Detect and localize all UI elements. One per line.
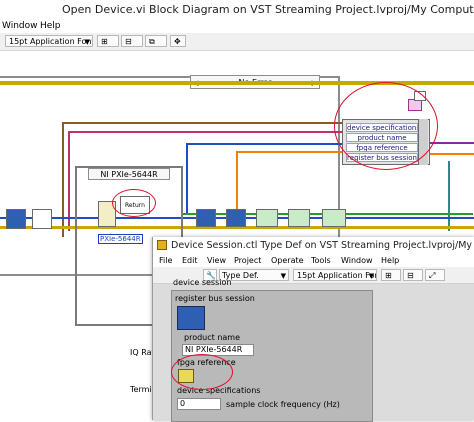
subvi-node-1[interactable] <box>6 209 26 229</box>
fp-title-bar: Device Session.ctl Type Def on VST Strea… <box>153 237 474 254</box>
fp-font-ring[interactable]: 15pt Application Font ▼ <box>293 269 377 281</box>
wire-pink-horizontal[interactable] <box>68 131 342 133</box>
distribute-icon: ⊟ <box>125 37 132 46</box>
cleanup-button[interactable]: ✥ <box>170 35 186 47</box>
distribute-objects-button[interactable]: ⊟ <box>121 35 143 47</box>
annotation-circle-return <box>112 189 156 217</box>
register-bus-control[interactable] <box>177 306 205 330</box>
align-icon: ⊞ <box>101 37 108 46</box>
menu-bar: Window Help <box>0 20 474 33</box>
fp-menu-operate[interactable]: Operate <box>271 254 304 267</box>
cleanup-icon: ✥ <box>174 37 181 46</box>
subvi-node-6[interactable] <box>288 209 310 227</box>
subvi-node-4[interactable] <box>226 209 246 227</box>
fp-menu-window[interactable]: Window <box>341 254 373 267</box>
fp-font-ring-value: 15pt Application Font <box>297 271 377 280</box>
annotation-circle-bundle <box>334 82 438 170</box>
reorder-icon: ⧉ <box>149 37 155 46</box>
cluster-label: device session <box>173 278 232 287</box>
wire-brown-horizontal[interactable] <box>62 122 342 124</box>
align-icon: ⊞ <box>385 271 392 280</box>
wire-orange-vertical[interactable] <box>236 151 238 215</box>
chevron-down-icon: ▼ <box>84 38 90 46</box>
subvi-node-3[interactable] <box>196 209 216 227</box>
menu-window[interactable]: Window <box>2 20 38 33</box>
device-spec-field[interactable]: 0 <box>177 398 221 410</box>
fp-window-title: Device Session.ctl Type Def on VST Strea… <box>171 240 474 251</box>
fp-panel[interactable]: device session register bus session prod… <box>153 278 474 422</box>
wire-blue-vertical[interactable] <box>186 143 188 215</box>
subvi-node-2[interactable] <box>32 209 52 229</box>
typedef-front-panel-window[interactable]: Device Session.ctl Type Def on VST Strea… <box>152 237 474 422</box>
wire-orange-out[interactable] <box>427 153 474 155</box>
wire-blue-horizontal[interactable] <box>186 143 342 145</box>
subvi-node-7[interactable] <box>322 209 346 227</box>
fp-menu-help[interactable]: Help <box>381 254 399 267</box>
fp-align-button[interactable]: ⊞ <box>381 269 401 281</box>
wire-orange-horizontal[interactable] <box>236 151 342 153</box>
fp-menu-bar: File Edit View Project Operate Tools Win… <box>153 254 474 267</box>
fp-menu-edit[interactable]: Edit <box>182 254 198 267</box>
toolbar: 15pt Application Font ▼ ⊞ ⊟ ⧉ ✥ <box>0 33 474 51</box>
fp-resize-button[interactable]: ⤢ <box>425 269 445 281</box>
product-name-label: product name <box>184 333 240 342</box>
wire-teal-right[interactable] <box>448 161 450 231</box>
inner-case-selector[interactable]: NI PXIe-5644R <box>88 168 170 180</box>
window-title: Open Device.vi Block Diagram on VST Stre… <box>62 3 474 16</box>
fp-menu-tools[interactable]: Tools <box>311 254 331 267</box>
font-ring-value: 15pt Application Font <box>9 37 93 46</box>
reorder-button[interactable]: ⧉ <box>145 35 167 47</box>
menu-help[interactable]: Help <box>40 20 61 33</box>
distribute-icon: ⊟ <box>407 271 414 280</box>
annotation-circle-fpga <box>171 354 233 390</box>
pxi-constant[interactable]: PXIe-5644R <box>98 234 143 244</box>
fp-menu-file[interactable]: File <box>159 254 172 267</box>
align-objects-button[interactable]: ⊞ <box>97 35 119 47</box>
chevron-down-icon: ▼ <box>368 272 374 280</box>
font-ring[interactable]: 15pt Application Font ▼ <box>5 35 93 47</box>
inner-case-selector-value: NI PXIe-5644R <box>100 170 158 179</box>
sample-clock-label: sample clock frequency (Hz) <box>226 400 340 409</box>
subvi-node-5[interactable] <box>256 209 278 227</box>
wire-pink-vertical[interactable] <box>68 131 70 231</box>
fp-menu-view[interactable]: View <box>207 254 226 267</box>
resize-icon: ⤢ <box>429 271 436 280</box>
wire-brown-vertical[interactable] <box>62 122 64 237</box>
register-bus-label: register bus session <box>175 294 255 303</box>
fp-distribute-button[interactable]: ⊟ <box>403 269 423 281</box>
pxi-constant-value: PXIe-5644R <box>100 235 141 243</box>
fp-menu-project[interactable]: Project <box>234 254 261 267</box>
fp-window-icon <box>157 240 167 250</box>
window-title-bar: Open Device.vi Block Diagram on VST Stre… <box>0 0 474 20</box>
chevron-down-icon: ▼ <box>280 272 286 280</box>
